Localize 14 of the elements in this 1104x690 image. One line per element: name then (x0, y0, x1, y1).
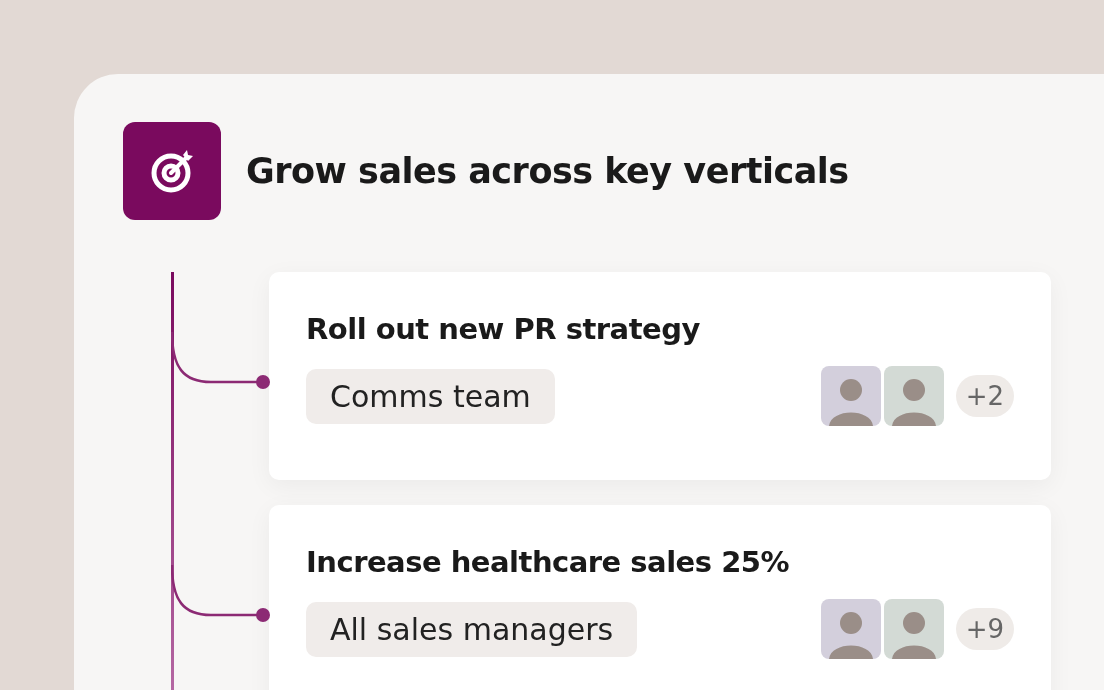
member-count-badge: +9 (955, 608, 1014, 650)
initiative-card[interactable]: Roll out new PR strategy Comms team +2 (269, 272, 1051, 480)
initiative-title: Increase healthcare sales 25% (306, 545, 791, 579)
initiative-card[interactable]: Increase healthcare sales 25% All sales managers +9 (269, 505, 1051, 690)
avatar (883, 366, 944, 426)
initiative-title: Roll out new PR strategy (306, 312, 701, 346)
team-tag: All sales managers (306, 601, 638, 657)
avatar (883, 599, 944, 659)
target-icon (123, 122, 221, 220)
team-tag: Comms team (306, 368, 555, 424)
avatar (820, 599, 881, 659)
member-count-badge: +2 (955, 375, 1014, 417)
avatar (820, 366, 881, 426)
goal-title: Grow sales across key verticals (246, 151, 849, 191)
